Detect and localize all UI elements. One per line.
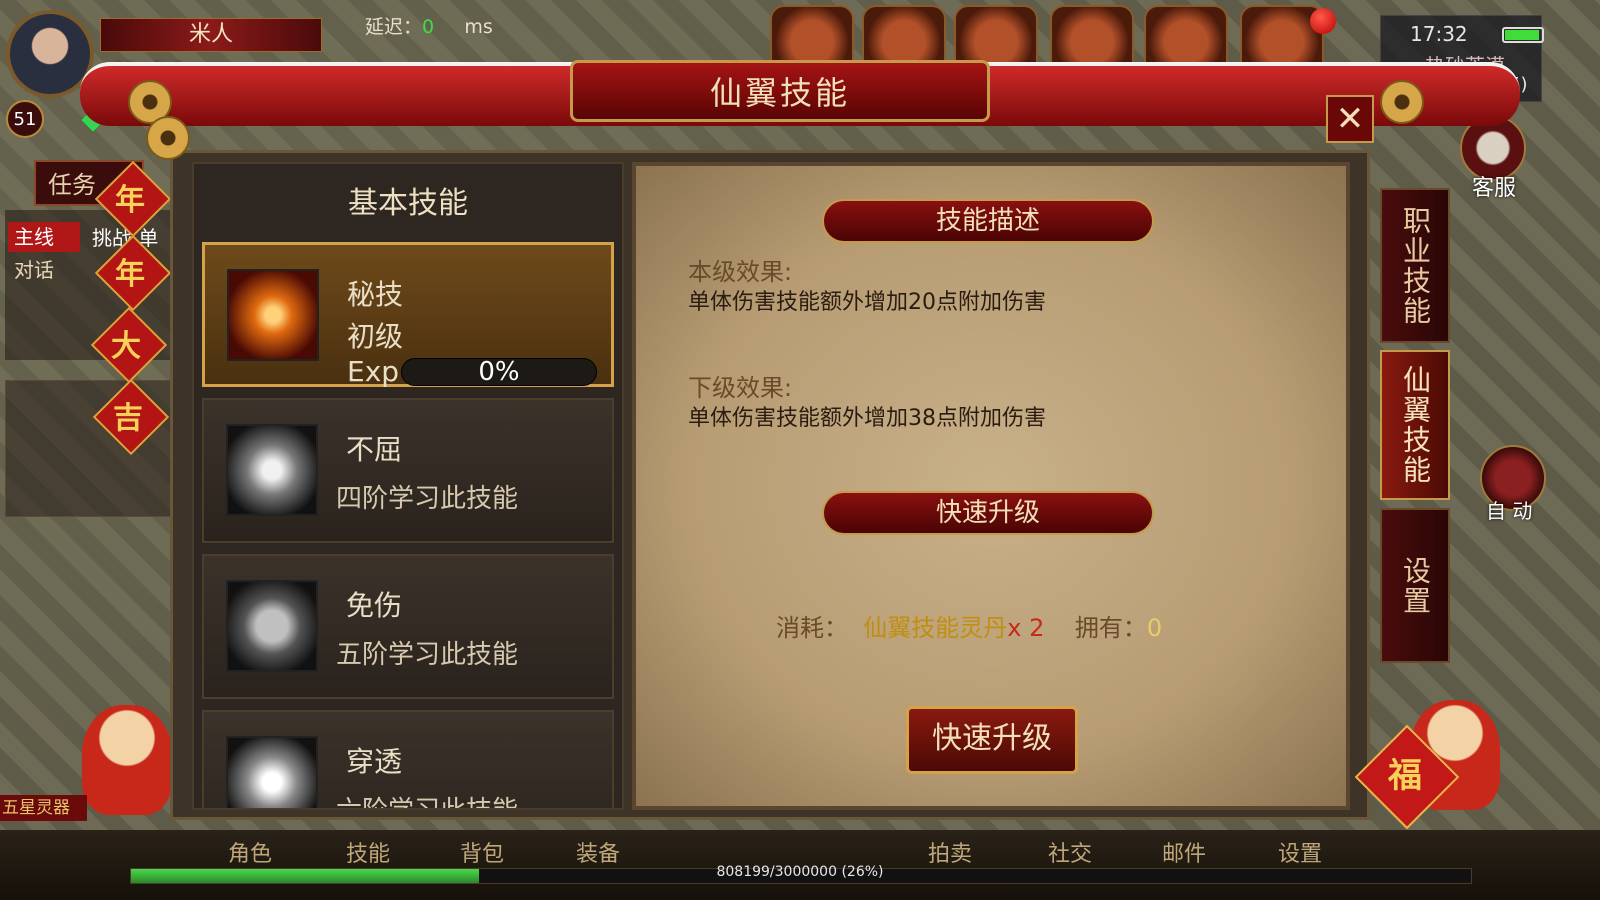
close-button[interactable]: ✕ [1326,95,1374,143]
cost-qty: x 2 [1007,614,1045,642]
skill-requirement: 四阶学习此技能 [336,484,519,514]
quick-upgrade-button[interactable]: 快速升级 [906,706,1078,774]
cost-line: 消耗： 仙翼技能灵丹x 2 拥有：0 [776,608,1162,643]
notification-dot-icon [1310,8,1336,34]
auto-battle-label: 自 动 [1486,499,1533,523]
next-effect-label: 下级效果: [688,374,793,402]
skill-detail-panel: 技能描述 本级效果: 单体伤害技能额外增加20点附加伤害 下级效果: 单体伤害技… [632,162,1350,810]
secret-skill-icon [227,269,319,361]
hammer-icon [226,736,318,808]
exp-value: 0% [478,357,520,387]
skill-requirement: 五阶学习此技能 [336,640,519,670]
skill-row-secret[interactable]: 秘技 初级 Exp 0% [202,242,614,388]
skill-list: 基本技能 秘技 初级 Exp 0% 不屈 四阶学习此技能 免伤 五阶学习此技能 … [192,162,624,810]
customer-service-label: 客服 [1472,176,1517,201]
latency-value: 0 [422,16,435,38]
festival-char: 大 [111,329,141,364]
exp-label: Exp [347,355,400,388]
coin-icon [146,116,190,160]
latency-unit: ms [464,16,493,38]
skill-name: 秘技 [347,278,404,311]
dialog-title: 仙翼技能 [570,60,990,122]
skill-name: 不屈 [346,433,403,466]
clock: 17:32 [1410,22,1468,46]
latency-readout: 延迟：0 ms [365,12,493,39]
quest-talk[interactable]: 对话 [14,254,54,283]
current-effect-label: 本级效果: [688,258,793,286]
festival-char: 吉 [113,401,143,436]
skill-row-damage-reduction[interactable]: 免伤 五阶学习此技能 [202,554,614,699]
quick-upgrade-header: 快速升级 [822,491,1154,535]
experience-text: 808199/3000000 (26%) [716,864,884,880]
skill-description-header: 技能描述 [822,199,1154,243]
mouse-mascot-left [82,705,172,815]
skill-name: 穿透 [346,745,403,778]
skill-name: 免伤 [346,589,403,622]
winged-figure-icon [226,424,318,516]
quest-tab-main[interactable]: 主线 [8,222,80,252]
coin-icon [1380,80,1424,124]
cost-label: 消耗： [776,614,848,642]
list-header: 基本技能 [348,186,468,221]
own-label: 拥有： [1074,614,1147,642]
tab-class-skills[interactable]: 职业技能 [1380,188,1450,343]
skill-row-penetrate[interactable]: 穿透 六阶学习此技能 [202,710,614,808]
player-name: 米人 [100,18,322,52]
tab-settings[interactable]: 设置 [1380,508,1450,663]
current-effect-text: 单体伤害技能额外增加20点附加伤害 [688,290,1046,315]
five-star-label: 五星灵器 [0,795,87,821]
festival-char: 年 [115,257,145,292]
festival-char: 年 [115,183,145,218]
tab-wing-skills[interactable]: 仙翼技能 [1380,350,1450,500]
level-badge: 51 [6,100,44,138]
next-effect-text: 单体伤害技能额外增加38点附加伤害 [688,406,1046,431]
skill-row-unyielding[interactable]: 不屈 四阶学习此技能 [202,398,614,543]
skill-requirement: 六阶学习此技能 [336,790,518,808]
cost-item: 仙翼技能灵丹 [863,614,1008,642]
fortune-char: 福 [1388,756,1422,796]
latency-label: 延迟： [365,16,423,38]
skill-level: 初级 [347,320,404,353]
own-value: 0 [1146,614,1163,642]
battery-icon [1502,27,1544,43]
shield-icon [226,580,318,672]
